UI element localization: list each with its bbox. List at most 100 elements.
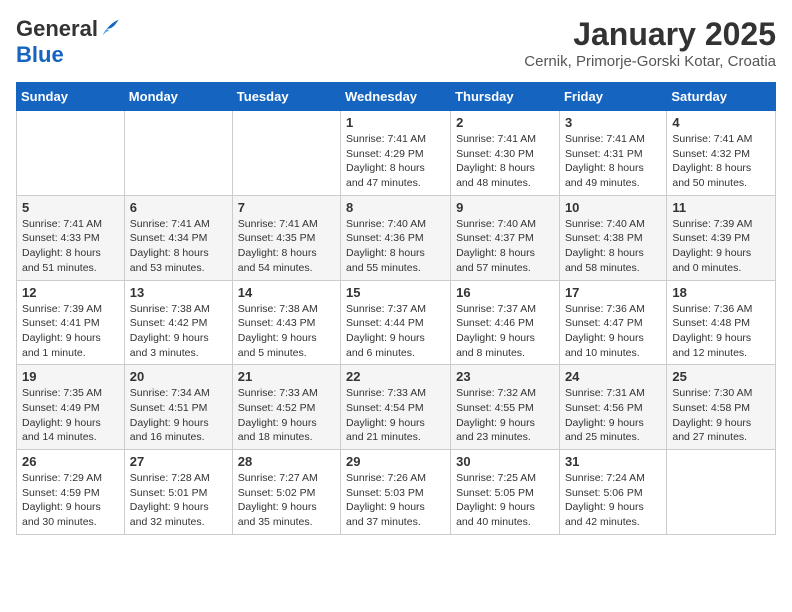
cell-text-line: Sunrise: 7:33 AM: [238, 387, 318, 399]
logo-blue-text: Blue: [16, 42, 64, 67]
cell-text-line: Sunrise: 7:31 AM: [565, 387, 645, 399]
calendar-cell: 6Sunrise: 7:41 AMSunset: 4:34 PMDaylight…: [124, 195, 232, 280]
day-number: 14: [238, 285, 335, 300]
cell-content: Sunrise: 7:32 AMSunset: 4:55 PMDaylight:…: [456, 386, 554, 445]
cell-text-line: Sunset: 4:31 PM: [565, 148, 643, 160]
cell-text-line: Sunset: 4:59 PM: [22, 487, 100, 499]
cell-text-line: Daylight: 8 hours and 58 minutes.: [565, 247, 644, 274]
cell-content: Sunrise: 7:30 AMSunset: 4:58 PMDaylight:…: [672, 386, 770, 445]
cell-text-line: Sunrise: 7:39 AM: [22, 303, 102, 315]
calendar-cell: 7Sunrise: 7:41 AMSunset: 4:35 PMDaylight…: [232, 195, 340, 280]
cell-content: Sunrise: 7:26 AMSunset: 5:03 PMDaylight:…: [346, 471, 445, 530]
cell-content: Sunrise: 7:40 AMSunset: 4:38 PMDaylight:…: [565, 217, 661, 276]
cell-content: Sunrise: 7:36 AMSunset: 4:48 PMDaylight:…: [672, 302, 770, 361]
cell-text-line: Sunset: 4:36 PM: [346, 232, 424, 244]
weekday-header: Thursday: [451, 83, 560, 111]
page-header: General Blue January 2025 Cernik, Primor…: [16, 16, 776, 70]
calendar-cell: 15Sunrise: 7:37 AMSunset: 4:44 PMDayligh…: [341, 280, 451, 365]
cell-text-line: Daylight: 8 hours and 57 minutes.: [456, 247, 535, 274]
cell-text-line: Sunset: 4:54 PM: [346, 402, 424, 414]
cell-text-line: Daylight: 9 hours and 12 minutes.: [672, 332, 751, 359]
calendar-cell: 24 Sunrise: 7:31 AMSunset: 4:56 PMDayligh…: [559, 365, 666, 450]
cell-text-line: Sunset: 5:02 PM: [238, 487, 316, 499]
calendar-cell: 19 Sunrise: 7:35 AMSunset: 4:49 PMDayligh…: [17, 365, 125, 450]
calendar-cell: 8Sunrise: 7:40 AMSunset: 4:36 PMDaylight…: [341, 195, 451, 280]
cell-text-line: Sunrise: 7:37 AM: [456, 303, 536, 315]
cell-content: Sunrise: 7:25 AM Sunset: 5:05 PM Daylight:…: [456, 471, 554, 530]
cell-text-line: Sunrise: 7:24 AM: [565, 472, 645, 484]
cell-text-line: Sunset: 5:03 PM: [346, 487, 424, 499]
calendar-cell: [124, 111, 232, 196]
cell-text-line: Sunset: 4:44 PM: [346, 317, 424, 329]
cell-content: Sunrise: 7:28 AMSunset: 5:01 PMDaylight:…: [130, 471, 227, 530]
day-number: 3: [565, 115, 661, 130]
calendar-cell: 23Sunrise: 7:32 AMSunset: 4:55 PMDayligh…: [451, 365, 560, 450]
cell-content: Sunrise: 7:39 AM Sunset: 4:39 PM Daylight:…: [672, 217, 770, 276]
cell-text-line: Daylight: 9 hours and 25 minutes.: [565, 417, 644, 444]
cell-text-line: Sunset: 4:55 PM: [456, 402, 534, 414]
cell-text-line: Daylight: 9 hours and 30 minutes.: [22, 501, 101, 528]
cell-text-line: Daylight: 9 hours and 21 minutes.: [346, 417, 425, 444]
cell-text-line: Sunrise: 7:36 AM: [565, 303, 645, 315]
day-number: 19: [22, 369, 119, 384]
day-number: 12: [22, 285, 119, 300]
calendar-table: SundayMondayTuesdayWednesdayThursdayFrid…: [16, 82, 776, 535]
cell-content: Sunrise: 7:34 AMSunset: 4:51 PMDaylight:…: [130, 386, 227, 445]
calendar-cell: 1Sunrise: 7:41 AMSunset: 4:29 PMDaylight…: [341, 111, 451, 196]
cell-text-line: Sunrise: 7:26 AM: [346, 472, 426, 484]
cell-text-line: Sunrise: 7:33 AM: [346, 387, 426, 399]
cell-content: Sunrise: 7:37 AMSunset: 4:46 PMDaylight:…: [456, 302, 554, 361]
cell-text-line: Daylight: 9 hours and 10 minutes.: [565, 332, 644, 359]
weekday-header: Sunday: [17, 83, 125, 111]
calendar-cell: 28Sunrise: 7:27 AMSunset: 5:02 PMDayligh…: [232, 450, 340, 535]
calendar-cell: 2Sunrise: 7:41 AMSunset: 4:30 PMDaylight…: [451, 111, 560, 196]
cell-text-line: Sunset: 5:06 PM: [565, 487, 643, 499]
logo-bird-icon: [100, 17, 120, 37]
calendar-week-row: 26Sunrise: 7:29 AMSunset: 4:59 PMDayligh…: [17, 450, 776, 535]
day-number: 24: [565, 369, 661, 384]
cell-content: Sunrise: 7:41 AMSunset: 4:33 PMDaylight:…: [22, 217, 119, 276]
cell-text-line: Sunrise: 7:39 AM: [672, 218, 752, 230]
cell-text-line: Daylight: 8 hours and 51 minutes.: [22, 247, 101, 274]
cell-text-line: Sunrise: 7:27 AM: [238, 472, 318, 484]
calendar-cell: 25 Sunrise: 7:30 AMSunset: 4:58 PMDayligh…: [667, 365, 776, 450]
calendar-cell: 22Sunrise: 7:33 AMSunset: 4:54 PMDayligh…: [341, 365, 451, 450]
cell-text-line: Sunset: 4:42 PM: [130, 317, 208, 329]
cell-text-line: Sunrise: 7:29 AM: [22, 472, 102, 484]
cell-text-line: Daylight: 9 hours and 40 minutes.: [456, 501, 535, 528]
calendar-cell: 5Sunrise: 7:41 AMSunset: 4:33 PMDaylight…: [17, 195, 125, 280]
cell-text-line: Sunset: 4:32 PM: [672, 148, 750, 160]
calendar-cell: 3 Sunrise: 7:41 AMSunset: 4:31 PMDaylight…: [559, 111, 666, 196]
cell-text-line: Sunset: 4:47 PM: [565, 317, 643, 329]
cell-text-line: Sunrise: 7:30 AM: [672, 387, 752, 399]
cell-content: Sunrise: 7:41 AMSunset: 4:30 PMDaylight:…: [456, 132, 554, 191]
cell-text-line: Sunset: 4:39 PM: [672, 232, 750, 244]
cell-text-line: Sunset: 4:43 PM: [238, 317, 316, 329]
cell-text-line: Sunset: 5:05 PM: [456, 487, 534, 499]
day-number: 25: [672, 369, 770, 384]
cell-text-line: Daylight: 9 hours and 35 minutes.: [238, 501, 317, 528]
cell-content: Sunrise: 7:41 AMSunset: 4:31 PMDaylight:…: [565, 132, 661, 191]
cell-content: Sunrise: 7:35 AMSunset: 4:49 PMDaylight:…: [22, 386, 119, 445]
day-number: 20: [130, 369, 227, 384]
cell-text-line: Sunrise: 7:41 AM: [672, 133, 752, 145]
location-subtitle: Cernik, Primorje-Gorski Kotar, Croatia: [524, 53, 776, 70]
cell-content: Sunrise: 7:38 AMSunset: 4:42 PMDaylight:…: [130, 302, 227, 361]
cell-text-line: Sunrise: 7:25 AM: [456, 472, 536, 484]
cell-text-line: Sunset: 4:35 PM: [238, 232, 316, 244]
cell-text-line: Sunset: 4:49 PM: [22, 402, 100, 414]
weekday-header: Wednesday: [341, 83, 451, 111]
weekday-header: Tuesday: [232, 83, 340, 111]
cell-text-line: Sunrise: 7:41 AM: [22, 218, 102, 230]
cell-text-line: Daylight: 8 hours and 47 minutes.: [346, 162, 425, 189]
cell-text-line: Daylight: 8 hours and 53 minutes.: [130, 247, 209, 274]
cell-text-line: Daylight: 9 hours and 32 minutes.: [130, 501, 209, 528]
day-number: 10: [565, 200, 661, 215]
cell-content: Sunrise: 7:24 AMSunset: 5:06 PMDaylight:…: [565, 471, 661, 530]
cell-text-line: Sunrise: 7:41 AM: [238, 218, 318, 230]
day-number: 7: [238, 200, 335, 215]
calendar-cell: 21Sunrise: 7:33 AMSunset: 4:52 PMDayligh…: [232, 365, 340, 450]
calendar-week-row: 19 Sunrise: 7:35 AMSunset: 4:49 PMDayligh…: [17, 365, 776, 450]
cell-content: Sunrise: 7:31 AMSunset: 4:56 PMDaylight:…: [565, 386, 661, 445]
cell-text-line: Daylight: 9 hours and 0 minutes.: [672, 247, 751, 274]
